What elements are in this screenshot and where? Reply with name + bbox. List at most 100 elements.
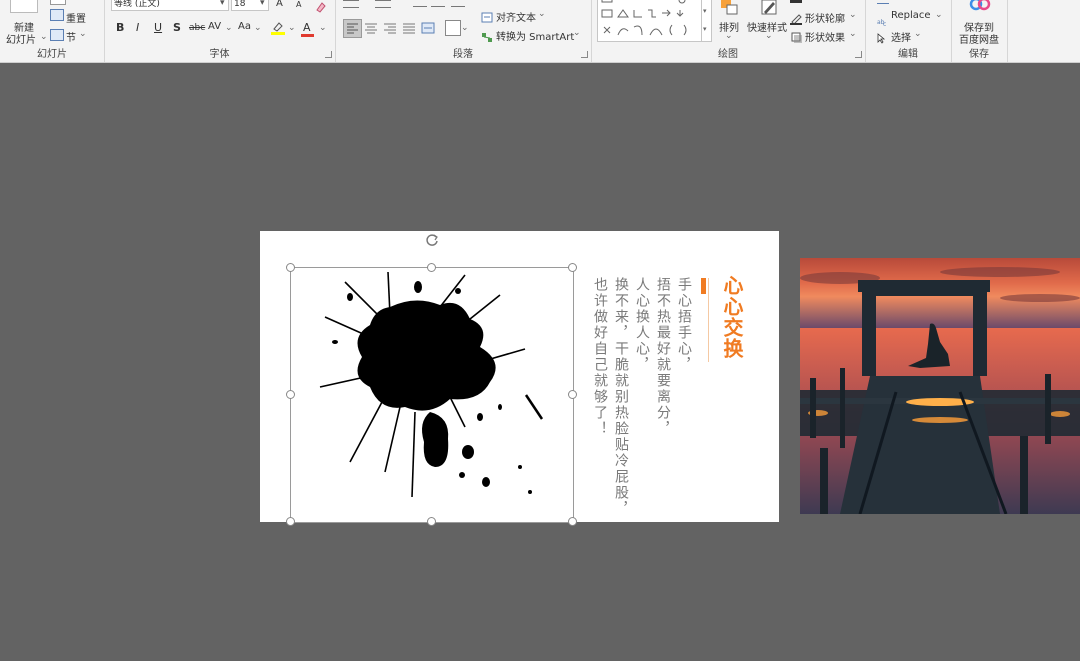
font-group: 等线 (正文) ▾ 18 ▾ A A B I U S abc AV ⌄ Aa ⌄… bbox=[104, 0, 336, 62]
resize-handle-tc[interactable] bbox=[427, 263, 436, 272]
save-group: 保存到 百度网盘 保存 bbox=[951, 0, 1008, 62]
chevron-down-icon[interactable]: ⌄ bbox=[225, 23, 233, 33]
drawing-group: ▾ ▾ 排列 ⌄ 快速样式 ⌄ 形状轮廓 ⌄ 形状效果 ⌄ 绘图 bbox=[591, 0, 866, 62]
shapes-gallery-scroll[interactable]: ▾ ▾ bbox=[701, 0, 712, 42]
char-spacing-button[interactable]: AV bbox=[208, 21, 221, 32]
shrink-font-button[interactable]: A bbox=[296, 0, 301, 9]
shape-effects-button[interactable]: 形状效果 bbox=[805, 29, 845, 44]
distributed-icon[interactable] bbox=[420, 20, 436, 36]
chevron-down-icon[interactable]: ⌄ bbox=[319, 23, 327, 33]
change-case-button[interactable]: Aa bbox=[238, 21, 251, 32]
resize-handle-bl[interactable] bbox=[286, 517, 295, 526]
more-icon[interactable]: ▾ bbox=[703, 25, 707, 33]
cursor-icon[interactable] bbox=[877, 29, 887, 44]
justify-icon[interactable] bbox=[401, 20, 417, 36]
shapes-gallery[interactable] bbox=[597, 0, 705, 42]
chevron-down-icon[interactable]: ⌄ bbox=[935, 10, 943, 20]
font-color-button[interactable]: A bbox=[303, 21, 311, 34]
new-slide-label-2[interactable]: 幻灯片 bbox=[6, 31, 36, 46]
section-button[interactable]: 节 bbox=[66, 29, 76, 44]
chevron-down-icon[interactable]: ⌄ bbox=[849, 29, 857, 39]
shape-outline-icon[interactable] bbox=[790, 10, 802, 25]
align-right-icon[interactable] bbox=[382, 20, 398, 36]
font-color-bar bbox=[301, 34, 314, 37]
grow-font-button[interactable]: A bbox=[276, 0, 283, 9]
save-baidu-label-2[interactable]: 百度网盘 bbox=[959, 31, 999, 46]
shape-effects-icon[interactable] bbox=[790, 28, 802, 43]
align-text-icon[interactable] bbox=[481, 8, 493, 23]
rotate-handle-icon[interactable] bbox=[424, 232, 440, 248]
poem-line-1[interactable]: 手心捂手心， bbox=[676, 277, 692, 373]
shadow-button[interactable]: S bbox=[173, 21, 181, 34]
resize-handle-br[interactable] bbox=[568, 517, 577, 526]
ribbon: 新建 幻灯片 ⌄ 重置 节 ⌄ 幻灯片 等线 (正文) ▾ 18 ▾ A A B… bbox=[0, 0, 1080, 63]
baidu-netdisk-icon[interactable] bbox=[968, 0, 992, 12]
chevron-down-icon[interactable]: ⌄ bbox=[725, 31, 733, 41]
align-text-button[interactable]: 对齐文本 bbox=[496, 9, 536, 24]
replace-button[interactable]: Replace bbox=[891, 10, 931, 21]
chevron-down-icon[interactable]: ⌄ bbox=[79, 29, 87, 39]
highlight-icon[interactable] bbox=[270, 20, 286, 36]
selection-frame bbox=[290, 267, 574, 523]
new-slide-icon[interactable] bbox=[10, 0, 38, 13]
reset-icon[interactable] bbox=[50, 9, 64, 21]
resize-handle-mr[interactable] bbox=[568, 390, 577, 399]
clear-format-icon[interactable] bbox=[315, 0, 326, 13]
chevron-down-icon[interactable]: ⌄ bbox=[849, 10, 857, 20]
line-spacing-icon[interactable] bbox=[451, 0, 465, 7]
poem-line-5[interactable]: 也许做好自己就够了！ bbox=[592, 277, 608, 437]
font-group-label: 字体 bbox=[209, 49, 230, 60]
columns-icon[interactable] bbox=[445, 20, 461, 36]
poem-line-3[interactable]: 人心换人心， bbox=[634, 277, 650, 373]
reset-button[interactable]: 重置 bbox=[66, 10, 86, 25]
select-button[interactable]: 选择 bbox=[891, 29, 911, 44]
shape-fill-icon[interactable] bbox=[790, 0, 802, 3]
bold-button[interactable]: B bbox=[116, 21, 124, 34]
smartart-icon[interactable] bbox=[481, 28, 493, 42]
font-name-select[interactable]: 等线 (正文) bbox=[111, 0, 229, 11]
chevron-down-icon[interactable]: ⌄ bbox=[40, 32, 48, 42]
replace-icon[interactable]: ab c bbox=[877, 11, 891, 28]
drawing-dialog-launcher-icon[interactable] bbox=[855, 51, 862, 58]
resize-handle-bc[interactable] bbox=[427, 517, 436, 526]
decrease-indent-icon[interactable] bbox=[413, 0, 427, 7]
paragraph-group-label: 段落 bbox=[453, 49, 473, 60]
resize-handle-tr[interactable] bbox=[568, 263, 577, 272]
chevron-down-icon[interactable]: ⌄ bbox=[765, 31, 773, 41]
align-left-button[interactable] bbox=[343, 19, 362, 38]
poem-line-2[interactable]: 捂不热最好就要离分， bbox=[655, 277, 671, 437]
chevron-down-icon[interactable]: ⌄ bbox=[461, 23, 469, 33]
chevron-down-icon[interactable]: ⌄ bbox=[573, 28, 581, 38]
italic-button[interactable]: I bbox=[136, 21, 139, 34]
poem-line-4[interactable]: 换不来，干脆就别热脸贴冷屁股， bbox=[613, 277, 629, 517]
sunset-pier-image[interactable] bbox=[800, 258, 1080, 514]
find-icon[interactable] bbox=[877, 0, 889, 4]
numbering-icon[interactable] bbox=[375, 0, 391, 8]
chevron-down-icon[interactable]: ▾ bbox=[220, 0, 225, 8]
slides-group-label: 幻灯片 bbox=[37, 49, 67, 60]
section-icon[interactable] bbox=[50, 29, 64, 41]
align-center-icon[interactable] bbox=[363, 20, 379, 36]
bullets-icon[interactable] bbox=[343, 0, 359, 8]
editing-group-label: 编辑 bbox=[898, 49, 918, 60]
increase-indent-icon[interactable] bbox=[431, 0, 445, 7]
underline-button[interactable]: U bbox=[154, 21, 162, 34]
chevron-down-icon[interactable]: ⌄ bbox=[288, 23, 296, 33]
resize-handle-tl[interactable] bbox=[286, 263, 295, 272]
slide-title[interactable]: 心心交换 bbox=[718, 275, 747, 359]
convert-smartart-button[interactable]: 转换为 SmartArt bbox=[496, 28, 574, 43]
font-dialog-launcher-icon[interactable] bbox=[325, 51, 332, 58]
resize-handle-ml[interactable] bbox=[286, 390, 295, 399]
shape-outline-button[interactable]: 形状轮廓 bbox=[805, 10, 845, 25]
chevron-down-icon[interactable]: ▾ bbox=[703, 7, 707, 15]
strikethrough-button[interactable]: abc bbox=[189, 23, 205, 33]
quick-styles-icon[interactable] bbox=[758, 0, 780, 18]
layout-icon[interactable] bbox=[50, 0, 66, 5]
slide[interactable]: 也许做好自己就够了！ 换不来，干脆就别热脸贴冷屁股， 人心换人心， 捂不热最好就… bbox=[260, 231, 779, 526]
paragraph-dialog-launcher-icon[interactable] bbox=[581, 51, 588, 58]
chevron-down-icon[interactable]: ⌄ bbox=[538, 9, 546, 19]
chevron-down-icon[interactable]: ▾ bbox=[260, 0, 265, 8]
chevron-down-icon[interactable]: ⌄ bbox=[914, 29, 922, 39]
arrange-icon[interactable] bbox=[718, 0, 740, 18]
chevron-down-icon[interactable]: ⌄ bbox=[254, 23, 262, 33]
